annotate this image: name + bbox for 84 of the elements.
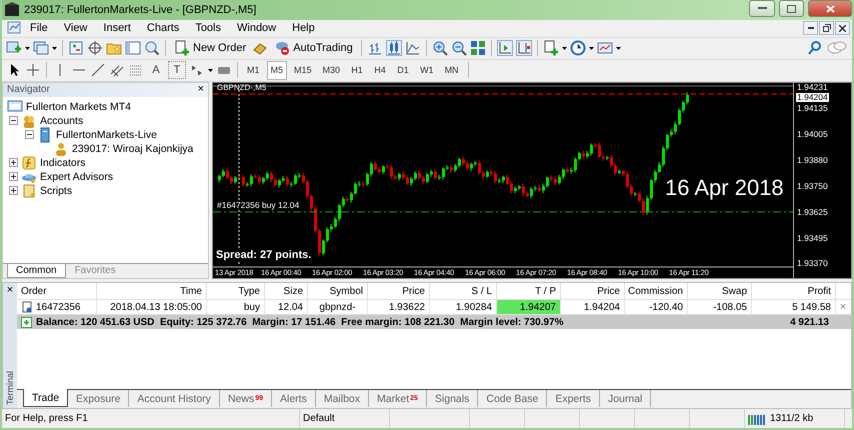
table-cell: 1.94204 [561, 300, 625, 314]
panel-title: Terminal [5, 371, 15, 406]
column-header[interactable]: Price [368, 283, 430, 300]
window-title: 239017: FullertonMarkets-Live - [GBPNZD-,M5] [24, 4, 258, 16]
column-header[interactable]: S / L [430, 283, 497, 300]
column-header[interactable]: Symbol [308, 283, 368, 300]
tree-item[interactable]: Scripts [40, 184, 72, 197]
terminal-tab[interactable]: Code Base [478, 390, 548, 408]
traffic-text: 1311/2 kb [770, 413, 814, 424]
terminal-tab[interactable]: Signals [426, 390, 478, 408]
table-cell: 12.04 [265, 300, 308, 314]
terminal-tab[interactable]: Mailbox [316, 390, 370, 408]
table-cell: -108.05 [688, 300, 752, 314]
date-overlay-text: 16 Apr 2018 [665, 174, 784, 201]
tree-item[interactable]: Indicators [40, 156, 86, 169]
timeframe-button[interactable]: M15 [290, 60, 316, 80]
close-position-button[interactable]: × [836, 300, 850, 314]
terminal-tab[interactable]: Account History [129, 390, 220, 408]
column-header[interactable]: Swap [688, 283, 752, 300]
table-cell: -120.40 [625, 300, 688, 314]
status-text: For Help, press F1 [5, 413, 88, 424]
timeframe-button[interactable]: W1 [416, 60, 438, 80]
price-axis-label: 1.94005 [796, 130, 829, 139]
account-summary: Balance: 120 451.63 USD Equity: 125 372.76 Margin: 17 151.46 Free margin: 108 221.30 Margin level: 730.97% [36, 316, 564, 328]
menu-item[interactable]: Insert [95, 22, 139, 34]
symbol-label: GBPNZD-,M5 [217, 82, 266, 92]
table-cell: 1.94207 [497, 300, 561, 314]
table-cell: 16472356 [17, 300, 97, 314]
column-header[interactable]: Time [97, 283, 207, 300]
text-label-tool-button[interactable]: T [168, 61, 186, 80]
spread-text: Spread: 27 points. [216, 248, 312, 261]
timeframe-button[interactable]: H1 [347, 60, 368, 80]
price-axis-label: 1.93750 [796, 182, 829, 191]
total-profit: 4 921.13 [790, 316, 830, 328]
table-cell: 5 149.58 [752, 300, 836, 314]
tree-item[interactable]: Accounts [40, 114, 84, 127]
menu-item[interactable]: File [22, 22, 56, 34]
column-header[interactable]: Size [265, 283, 308, 300]
timeframe-button[interactable]: M30 [318, 60, 344, 80]
price-axis-label: 1.94231 [796, 82, 829, 92]
column-header[interactable]: T / P [497, 283, 561, 300]
menu-item[interactable]: Tools [187, 22, 229, 34]
terminal-tab[interactable]: Alerts [272, 390, 316, 408]
table-cell: 2018.04.13 18:05:00 [97, 300, 207, 314]
price-axis-label: 1.93625 [796, 208, 829, 217]
order-label: #16472356 buy 12.04 [217, 200, 300, 210]
column-header[interactable]: Type [207, 283, 265, 300]
column-header[interactable]: Profit [752, 283, 836, 300]
timeframe-button[interactable]: D1 [393, 60, 414, 80]
timeframe-button[interactable]: MN [440, 60, 463, 80]
terminal-tab[interactable]: Journal [600, 390, 652, 408]
close-button[interactable]: × [6, 284, 14, 296]
timeframe-button[interactable]: H4 [370, 60, 390, 80]
table-cell: 1.93622 [368, 300, 430, 314]
price-axis-label: 1.93880 [796, 156, 829, 165]
auto-trading-button[interactable]: AutoTrading [271, 38, 356, 58]
column-header[interactable]: Order [17, 283, 97, 300]
panel-tab[interactable]: Common [7, 264, 66, 278]
terminal-tab[interactable]: Exposure [68, 390, 130, 408]
tree-item[interactable]: 239017: Wiroaj Kajonkijya [72, 142, 194, 155]
timeframe-button[interactable]: M5 [266, 60, 288, 80]
price-axis-label: 1.94204 [796, 92, 829, 102]
menu-item[interactable]: View [56, 22, 96, 34]
table-cell: buy [207, 300, 265, 314]
tree-item[interactable]: Expert Advisors [40, 170, 113, 183]
close-button[interactable]: × [198, 84, 204, 96]
panel-title: Navigator [7, 84, 50, 96]
tree-item[interactable]: FullertonMarkets-Live [56, 128, 157, 141]
menu-item[interactable]: Charts [138, 22, 188, 34]
column-header[interactable]: Price [561, 283, 625, 300]
tree-item[interactable]: Fullerton Markets MT4 [26, 100, 132, 113]
price-axis-label: 1.94135 [796, 104, 829, 113]
menu-item[interactable]: Help [284, 22, 323, 34]
column-header[interactable]: Commission [625, 283, 688, 300]
profile-name: Default [303, 413, 335, 424]
timeframe-button[interactable]: M1 [243, 60, 264, 80]
text-tool-button[interactable]: A [147, 61, 165, 80]
price-axis-label: 1.93495 [796, 234, 829, 243]
terminal-tab[interactable]: Experts [547, 390, 600, 408]
price-axis-label: 1.93370 [796, 258, 829, 268]
menu-item[interactable]: Window [229, 22, 284, 34]
new-order-button[interactable]: New Order [171, 38, 250, 58]
terminal-tab[interactable]: Trade [23, 389, 68, 408]
table-cell: gbpnzd- [308, 300, 368, 314]
